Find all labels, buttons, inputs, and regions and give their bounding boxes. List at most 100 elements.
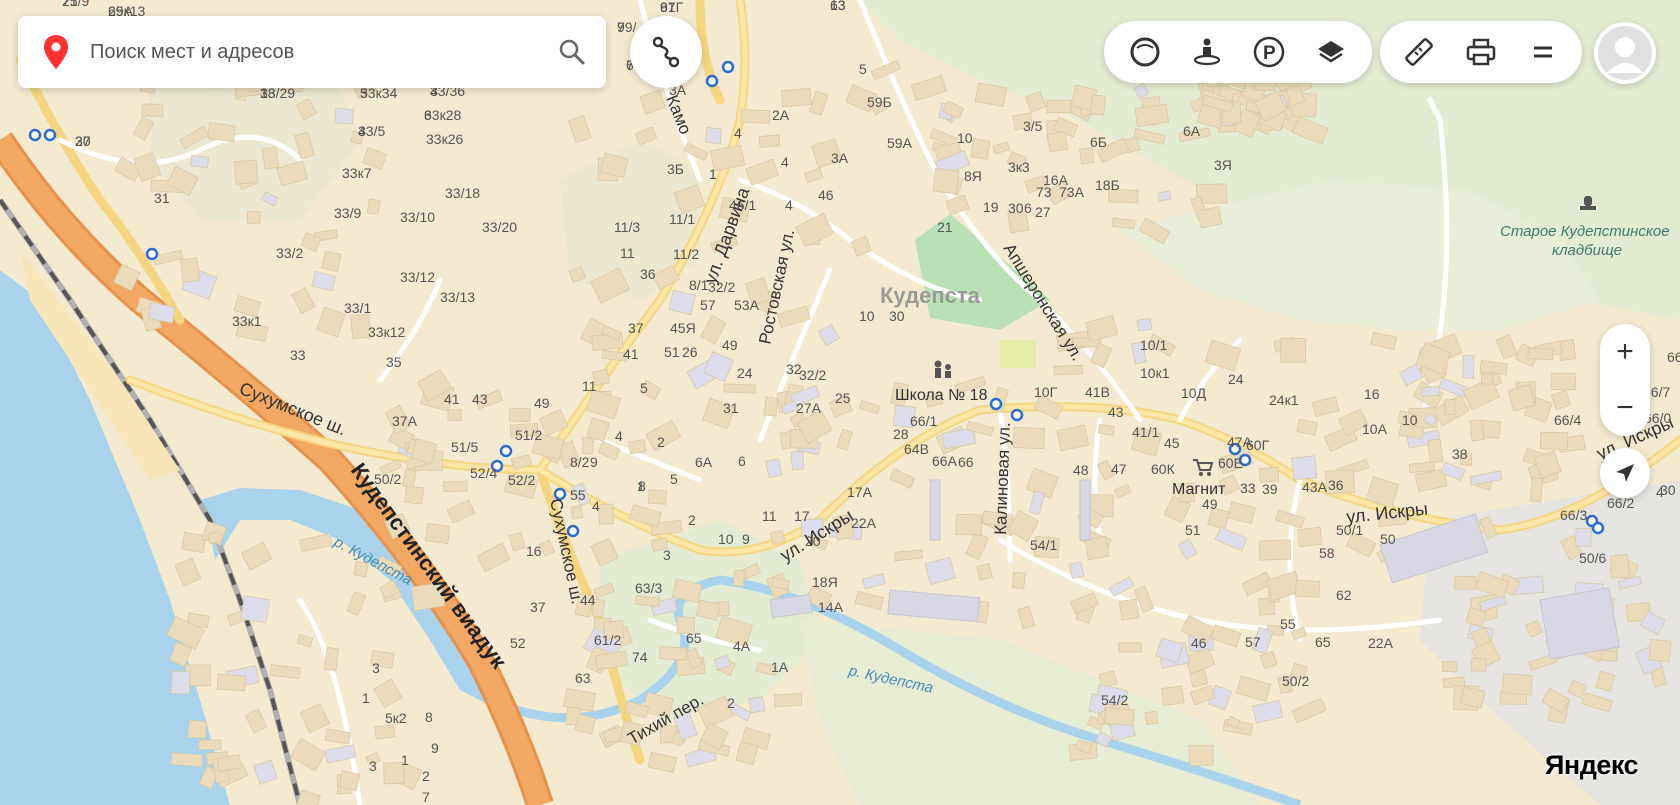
house-number: 71 [62,0,78,9]
house-number: 16 [526,543,542,559]
building [1575,527,1592,547]
house-number: 46/1 [729,197,756,213]
house-number: 31 [154,190,170,206]
layers-icon [1318,41,1344,63]
building [233,159,259,185]
building [1069,561,1085,579]
menu-icon [1534,46,1552,58]
building [1104,707,1135,726]
house-number: 4 [358,123,366,139]
house-number: 27А [796,400,822,416]
bus-stop-icon[interactable] [43,128,57,142]
house-number: 18Б [1095,177,1120,193]
house-number: 8/1 [689,277,709,293]
building [334,107,354,125]
building [424,522,451,545]
building [1197,206,1223,229]
house-number: 36 [640,266,656,282]
house-number: 7 [422,789,430,805]
building [180,257,201,283]
house-number: 4А [733,638,751,654]
house-number: 4 [734,125,742,141]
house-number: 57 [1245,634,1261,650]
house-number: 49 [534,395,550,411]
house-number: 32/2 [799,367,826,383]
bus-stop-icon[interactable] [705,74,719,88]
user-avatar[interactable] [1594,22,1656,84]
building [763,396,779,417]
house-number: 36 [1328,477,1344,493]
house-number: 10Г [1034,384,1058,400]
sports-field [1000,340,1036,368]
house-number: 30 [889,308,905,324]
traffic-button[interactable] [1114,21,1176,83]
house-number: 4 [785,197,793,213]
house-number: 5 [670,471,678,487]
house-number: 4 [592,498,600,514]
bus-stop-icon[interactable] [1591,521,1605,535]
search-icon[interactable] [558,38,586,66]
house-number: 21 [937,219,953,235]
house-number: 46 [818,187,834,203]
bus-stop-icon[interactable] [28,128,42,142]
bus-stop-icon[interactable] [499,444,513,458]
house-number: 38 [1452,446,1468,462]
panorama-icon [1193,38,1221,66]
house-number: 60Г [1246,437,1270,453]
house-number: 3Я [1214,157,1232,173]
house-number: 33/10 [400,209,435,225]
search-input[interactable] [88,39,532,65]
zoom-in-button[interactable]: + [1600,324,1650,380]
house-number: 1А [771,659,789,675]
layers-toolbar: P [1104,21,1372,83]
parking-button[interactable]: P [1238,21,1300,83]
building [207,122,237,143]
house-number: 10 [859,308,875,324]
house-number: 20 [805,533,821,549]
bus-stop-icon[interactable] [145,247,159,261]
house-number: 2 [688,512,696,528]
house-number: 59Б [867,94,892,110]
svg-text:P: P [1263,43,1276,64]
house-number: 3А [831,150,849,166]
house-number: 50/1 [1336,522,1363,538]
zoom-out-button[interactable]: − [1600,380,1650,436]
building [141,103,164,117]
house-number: 33/20 [482,219,517,235]
building [1118,642,1143,653]
building [1551,372,1576,390]
bus-stop-icon[interactable] [989,397,1003,411]
route-button[interactable] [630,16,702,88]
house-number: 35 [386,354,402,370]
print-button[interactable] [1450,21,1512,83]
ruler-button[interactable] [1388,21,1450,83]
house-number: 41 [444,391,460,407]
house-number: 30 [1008,200,1024,216]
building [261,146,280,170]
traffic-icon [1130,37,1160,67]
bus-stop-icon[interactable] [1010,408,1024,422]
house-number: 66 [958,454,974,470]
building [628,439,647,455]
building [723,383,756,394]
map-canvas[interactable]: Кудепста ул. Искры ул. Искры ул. Искры у… [0,0,1680,805]
house-number: 10 [718,531,734,547]
search-box[interactable] [18,16,606,88]
layers-button[interactable] [1300,21,1362,83]
bus-stop-icon[interactable] [721,60,735,74]
house-number: 49 [1202,496,1218,512]
tools-toolbar [1380,21,1582,83]
street-kalinovaya: Калиновая ул. [991,422,1014,535]
house-number: 22А [851,515,877,531]
menu-button[interactable] [1512,21,1574,83]
locate-me-button[interactable] [1600,448,1650,498]
house-number: 63 [830,0,846,13]
house-number: 55 [570,487,586,503]
building [366,198,381,216]
house-number: 32/2 [708,279,735,295]
house-number: 58 [1319,545,1335,561]
house-number: 54/2 [1101,692,1128,708]
house-number: 1 [362,690,370,706]
house-number: 52/4 [470,465,497,481]
panorama-button[interactable] [1176,21,1238,83]
